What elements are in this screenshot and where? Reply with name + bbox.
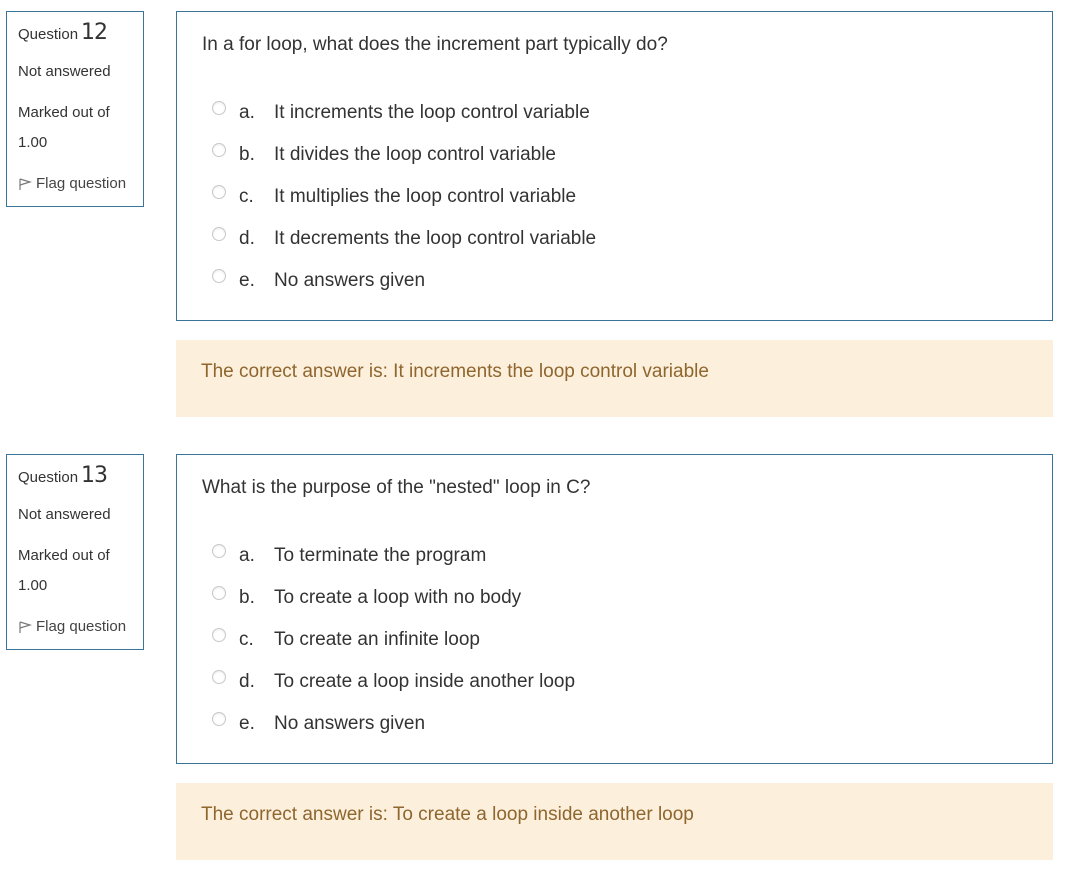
option-letter: d.: [239, 671, 255, 692]
option-label: It multiplies the loop control variable: [274, 186, 577, 207]
option-label: It divides the loop control variable: [274, 144, 556, 165]
radio-unchecked-icon[interactable]: [212, 670, 226, 684]
option-label: No answers given: [274, 270, 426, 291]
question-13: Question 13 Not answered Marked out of 1.…: [0, 454, 1079, 874]
marked-out-of-label: Marked out of: [18, 104, 110, 121]
option-letter: e.: [239, 713, 255, 734]
question-label: Question: [18, 469, 79, 486]
answer-option-b[interactable]: b. To create a loop with no body: [212, 582, 912, 610]
option-letter: a.: [239, 545, 255, 566]
correct-answer-text: The correct answer is: To create a loop …: [201, 804, 694, 825]
feedback-box: The correct answer is: It increments the…: [176, 340, 1053, 417]
option-letter: c.: [239, 629, 254, 650]
option-letter: b.: [239, 144, 255, 165]
marked-out-of-label: Marked out of: [18, 547, 110, 564]
flag-question-link[interactable]: Flag question: [18, 175, 126, 192]
radio-unchecked-icon[interactable]: [212, 586, 226, 600]
question-text: In a for loop, what does the increment p…: [202, 34, 668, 55]
radio-unchecked-icon[interactable]: [212, 101, 226, 115]
radio-unchecked-icon[interactable]: [212, 143, 226, 157]
radio-unchecked-icon[interactable]: [212, 227, 226, 241]
question-content: In a for loop, what does the increment p…: [176, 11, 1053, 321]
answer-option-c[interactable]: c. To create an infinite loop: [212, 624, 912, 652]
answer-option-a[interactable]: a. It increments the loop control variab…: [212, 97, 912, 125]
question-state: Not answered: [18, 506, 111, 523]
marked-out-of-value: 1.00: [18, 134, 48, 151]
option-letter: c.: [239, 186, 254, 207]
option-label: To create an infinite loop: [274, 629, 480, 650]
correct-answer-text: The correct answer is: It increments the…: [201, 361, 709, 382]
question-number: Question 12: [18, 20, 108, 45]
flag-icon: [19, 621, 33, 633]
feedback-box: The correct answer is: To create a loop …: [176, 783, 1053, 860]
question-12: Question 12 Not answered Marked out of 1.…: [0, 11, 1079, 431]
question-info: Question 13 Not answered Marked out of 1.…: [6, 454, 144, 650]
option-label: No answers given: [274, 713, 426, 734]
answer-option-d[interactable]: d. It decrements the loop control variab…: [212, 223, 912, 251]
question-label: Question: [18, 26, 79, 43]
question-number: Question 13: [18, 463, 108, 488]
option-letter: b.: [239, 587, 255, 608]
radio-unchecked-icon[interactable]: [212, 712, 226, 726]
answer-option-b[interactable]: b. It divides the loop control variable: [212, 139, 912, 167]
question-number-value: 12: [81, 20, 108, 45]
answer-option-e[interactable]: e. No answers given: [212, 708, 912, 736]
flag-question-label: Flag question: [36, 175, 127, 192]
option-label: It decrements the loop control variable: [274, 228, 597, 249]
marked-out-of-value: 1.00: [18, 577, 48, 594]
option-letter: e.: [239, 270, 255, 291]
option-letter: d.: [239, 228, 255, 249]
flag-icon: [19, 178, 33, 190]
radio-unchecked-icon[interactable]: [212, 628, 226, 642]
option-label: To create a loop inside another loop: [274, 671, 576, 692]
radio-unchecked-icon[interactable]: [212, 185, 226, 199]
question-info: Question 12 Not answered Marked out of 1.…: [6, 11, 144, 207]
option-label: To create a loop with no body: [274, 587, 522, 608]
option-label: To terminate the program: [274, 545, 487, 566]
flag-question-label: Flag question: [36, 618, 127, 635]
question-content: What is the purpose of the "nested" loop…: [176, 454, 1053, 764]
flag-question-link[interactable]: Flag question: [18, 618, 126, 635]
answer-option-a[interactable]: a. To terminate the program: [212, 540, 912, 568]
question-text: What is the purpose of the "nested" loop…: [202, 477, 591, 498]
answer-option-d[interactable]: d. To create a loop inside another loop: [212, 666, 912, 694]
question-number-value: 13: [81, 463, 108, 488]
answer-option-e[interactable]: e. No answers given: [212, 265, 912, 293]
answer-option-c[interactable]: c. It multiplies the loop control variab…: [212, 181, 912, 209]
option-label: It increments the loop control variable: [274, 102, 590, 123]
option-letter: a.: [239, 102, 255, 123]
radio-unchecked-icon[interactable]: [212, 269, 226, 283]
question-state: Not answered: [18, 63, 111, 80]
radio-unchecked-icon[interactable]: [212, 544, 226, 558]
